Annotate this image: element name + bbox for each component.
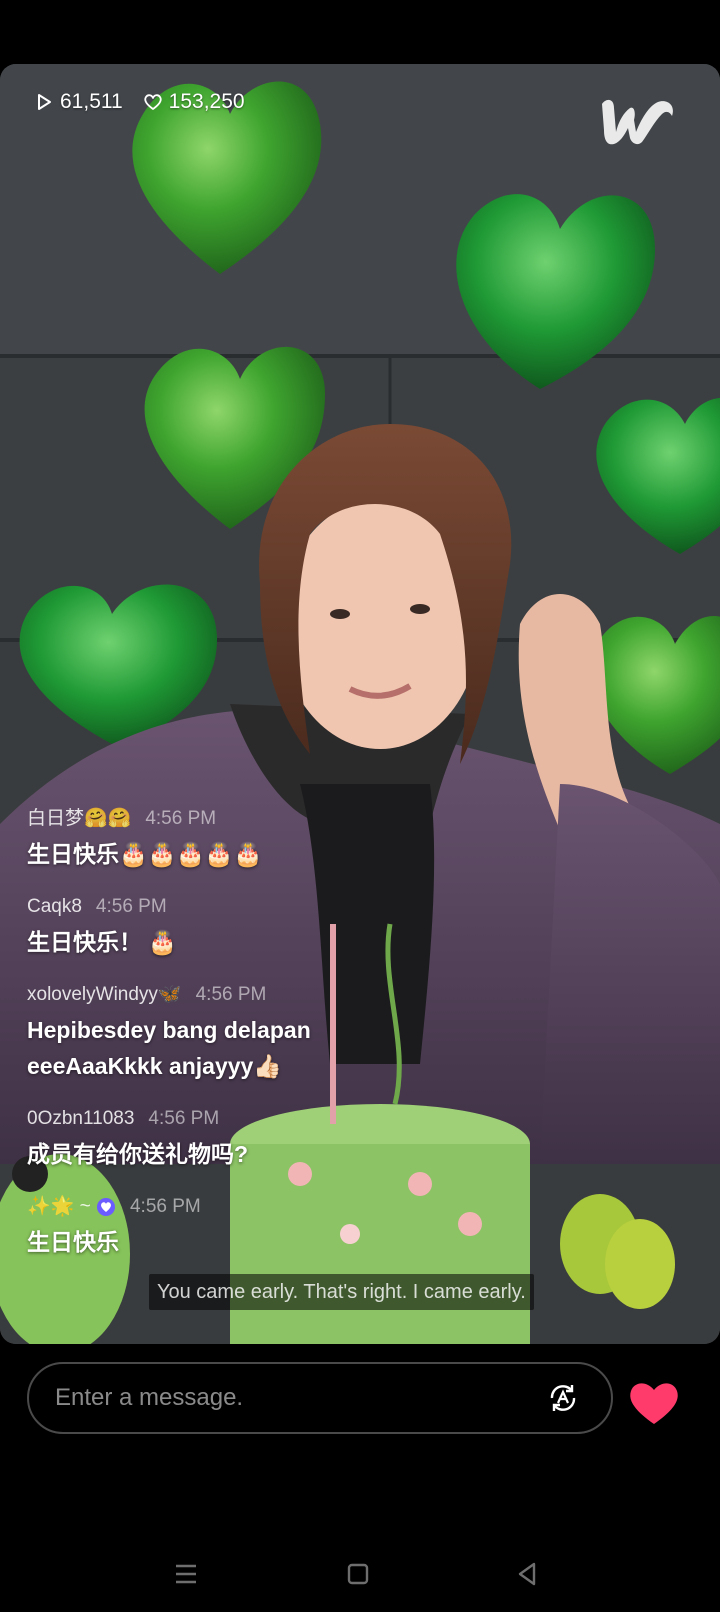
chat-text: 成员有给你送礼物吗?: [27, 1141, 249, 1167]
screen: 61,511 153,250 白日梦🤗🤗 4:56 PM 生日快乐🎂🎂🎂🎂🎂 C…: [0, 0, 720, 1612]
chat-timestamp: 4:56 PM: [129, 1196, 201, 1217]
chat-message-header: xolovelyWindyy🦋 4:56 PM: [27, 982, 547, 1008]
chat-username-text: ✨🌟 ~: [27, 1196, 91, 1217]
message-input[interactable]: [29, 1383, 543, 1413]
views-count: 61,511: [60, 90, 123, 113]
chat-username[interactable]: 白日梦🤗🤗: [27, 806, 131, 832]
likes-count: 153,250: [168, 90, 245, 113]
chat-username[interactable]: xolovelyWindyy🦋: [27, 982, 182, 1008]
chat-timestamp: 4:56 PM: [195, 984, 267, 1005]
like-heart-button[interactable]: [628, 1380, 680, 1426]
translate-button[interactable]: [543, 1378, 583, 1418]
chat-message-header: Caqk8 4:56 PM: [27, 894, 547, 920]
chat-timestamp: 4:56 PM: [148, 1108, 220, 1129]
likes-stat: 153,250: [143, 90, 245, 114]
chat-message: xolovelyWindyy🦋 4:56 PM Hepibesdey bang …: [27, 982, 547, 1084]
chat-message: 白日梦🤗🤗 4:56 PM 生日快乐🎂🎂🎂🎂🎂: [27, 806, 547, 872]
chat-message: Caqk8 4:56 PM 生日快乐！ 🎂: [27, 894, 547, 960]
play-icon: [38, 94, 51, 110]
system-nav-bar: [0, 1540, 720, 1612]
chat-text: 生日快乐🎂🎂🎂🎂🎂: [27, 841, 263, 867]
live-video[interactable]: 61,511 153,250 白日梦🤗🤗 4:56 PM 生日快乐🎂🎂🎂🎂🎂 C…: [0, 64, 720, 1344]
back-icon[interactable]: [508, 1556, 548, 1592]
chat-username[interactable]: Caqk8: [27, 894, 82, 920]
chat-text: 生日快乐: [27, 1229, 119, 1255]
recent-apps-icon[interactable]: [166, 1556, 206, 1592]
chat-list[interactable]: 白日梦🤗🤗 4:56 PM 生日快乐🎂🎂🎂🎂🎂 Caqk8 4:56 PM 生日…: [27, 806, 547, 1282]
chat-text: Hepibesdey bang delapan eeeAaaKkkk anjay…: [27, 1017, 311, 1079]
home-icon[interactable]: [338, 1556, 378, 1592]
chat-username[interactable]: ✨🌟 ~: [27, 1194, 116, 1220]
heart-outline-icon: [144, 94, 162, 110]
views-stat: 61,511: [34, 90, 123, 114]
chat-message-header: 0Ozbn11083 4:56 PM: [27, 1106, 547, 1132]
chat-timestamp: 4:56 PM: [145, 808, 217, 829]
chat-message-header: 白日梦🤗🤗 4:56 PM: [27, 806, 547, 832]
chat-message: ✨🌟 ~ 4:56 PM 生日快乐: [27, 1194, 547, 1260]
message-input-container: [27, 1362, 613, 1434]
stream-stats: 61,511 153,250: [34, 90, 245, 114]
chat-timestamp: 4:56 PM: [95, 896, 167, 917]
chat-text: 生日快乐！ 🎂: [27, 929, 178, 955]
live-caption: You came early. That's right. I came ear…: [149, 1274, 534, 1310]
chat-message: 0Ozbn11083 4:56 PM 成员有给你送礼物吗?: [27, 1106, 547, 1172]
verified-heart-icon: [96, 1197, 115, 1216]
translate-icon: [550, 1385, 576, 1411]
chat-username[interactable]: 0Ozbn11083: [27, 1106, 134, 1132]
weverse-logo: [602, 99, 673, 145]
chat-message-header: ✨🌟 ~ 4:56 PM: [27, 1194, 547, 1220]
